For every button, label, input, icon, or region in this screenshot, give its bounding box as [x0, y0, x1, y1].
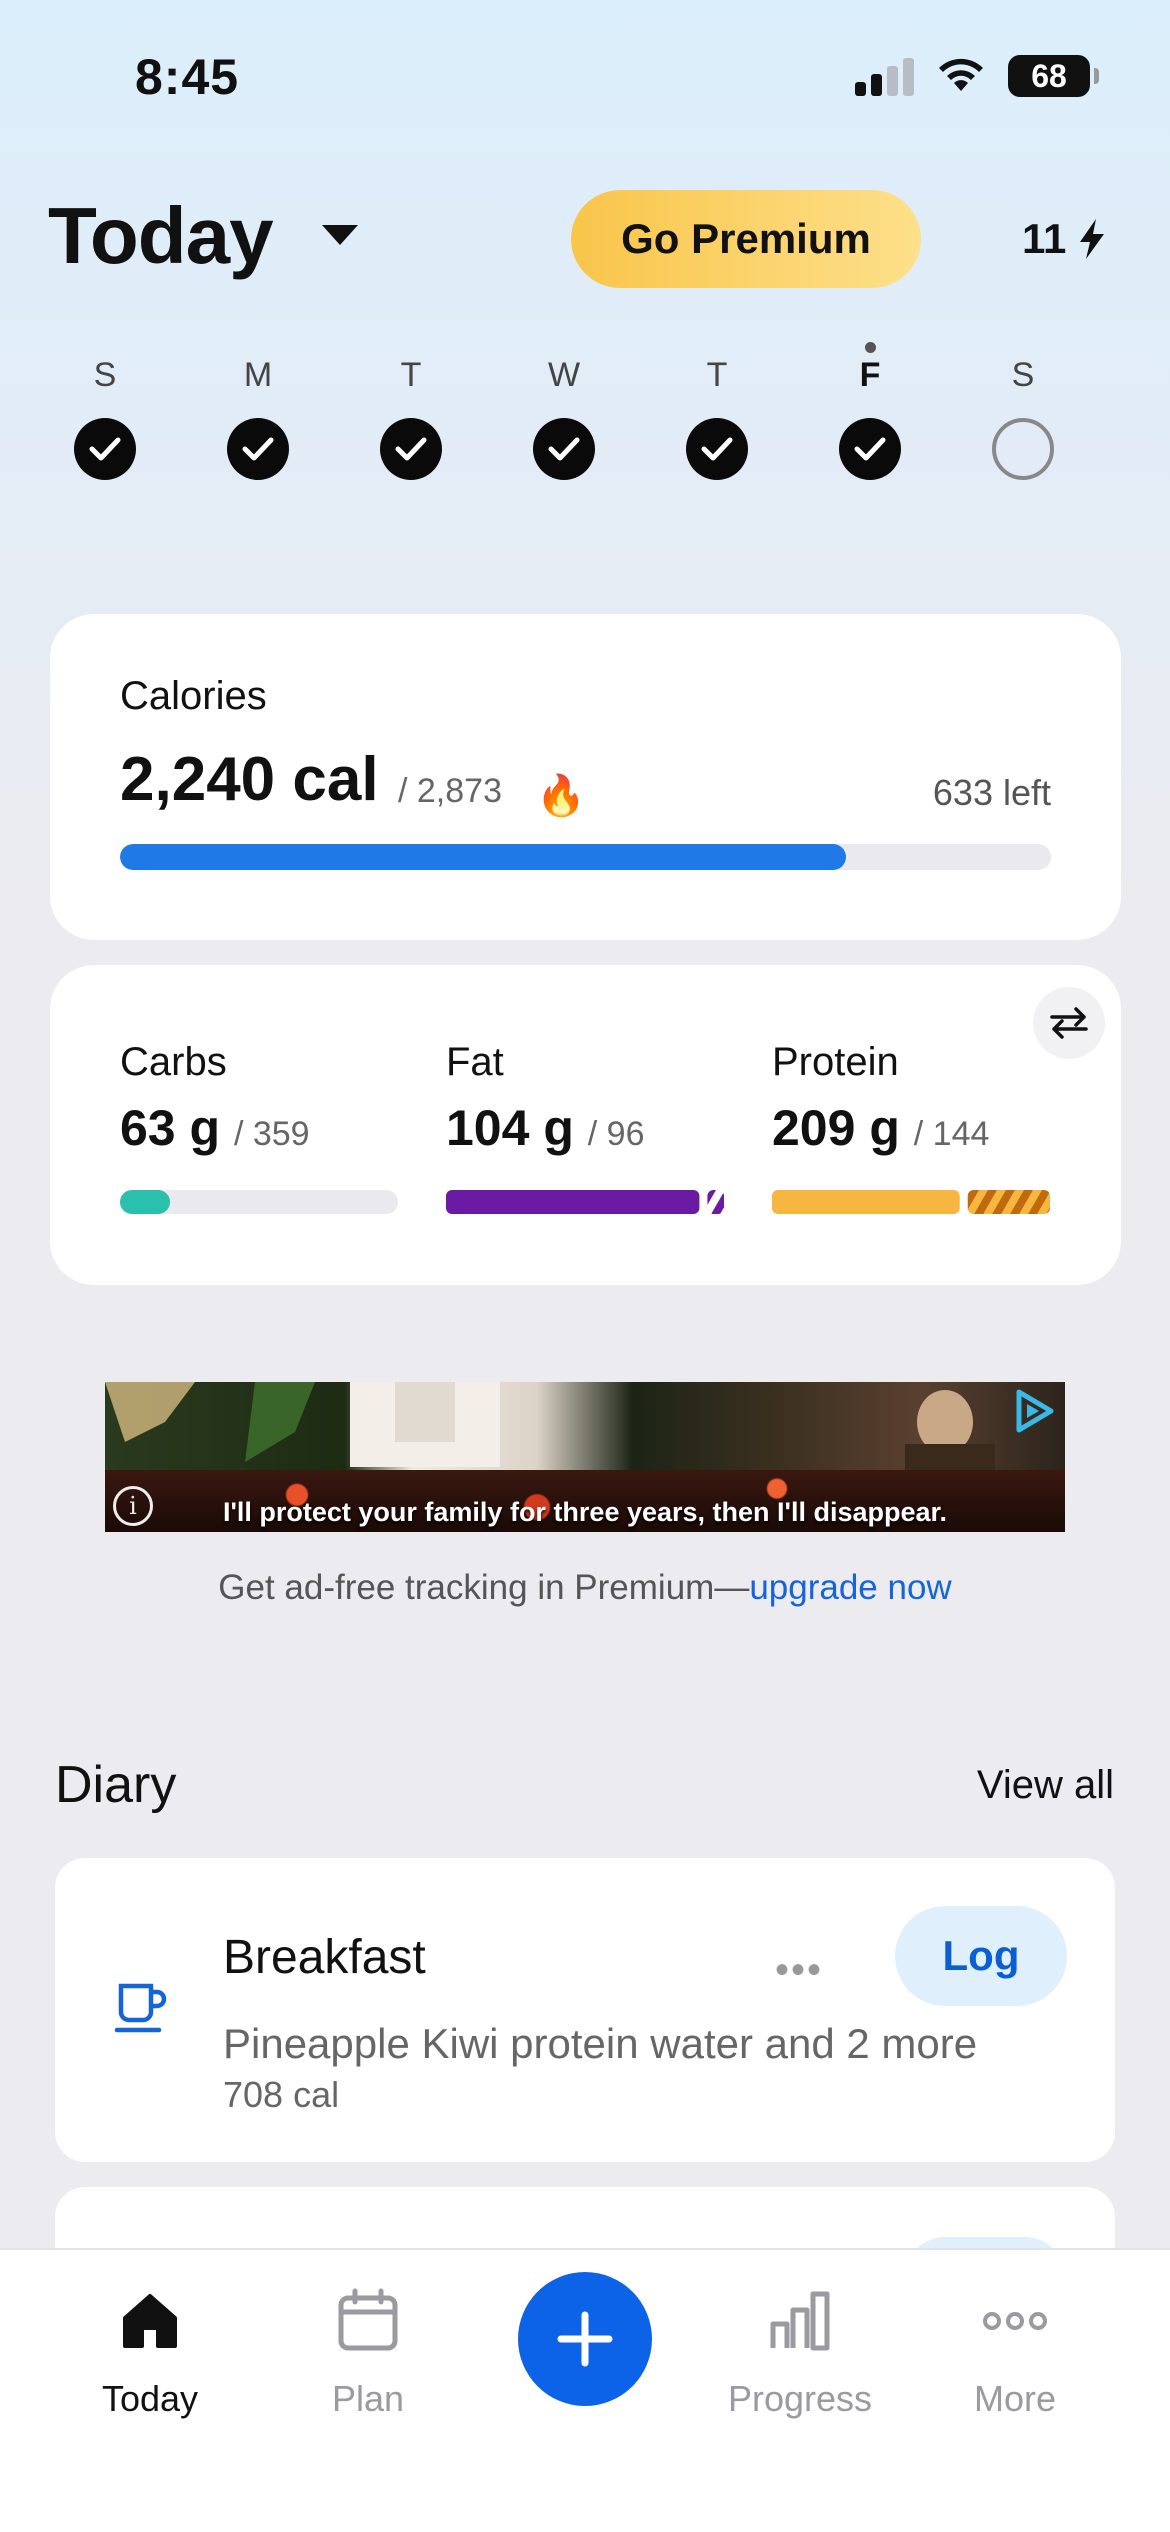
meal-calories: 708 cal	[223, 2074, 340, 2115]
home-icon	[123, 2294, 177, 2348]
day-letter: M	[243, 356, 273, 394]
meal-card-breakfast[interactable]: Breakfast ••• Log Pineapple Kiwi protein…	[55, 1858, 1115, 2162]
nav-label: More	[973, 2378, 1057, 2419]
nav-today[interactable]: Today	[50, 2286, 250, 2420]
ad-banner[interactable]: I'll protect your family for three years…	[105, 1382, 1065, 1532]
swap-arrows-icon	[1050, 1007, 1088, 1039]
calories-left: 633 left	[932, 772, 1051, 813]
calories-card[interactable]: Calories 2,240 cal / 2,873 🔥 633 left	[50, 614, 1121, 940]
upgrade-now-link[interactable]: upgrade now	[749, 1568, 951, 1607]
day-letter: F	[859, 356, 881, 394]
meal-description: Pineapple Kiwi protein water and 2 more	[223, 2020, 978, 2067]
checkmark-circle-icon	[686, 418, 748, 480]
week-day[interactable]: S	[978, 350, 1068, 480]
chevron-down-icon[interactable]	[322, 225, 358, 245]
day-letter: T	[706, 356, 728, 394]
fat-progress-bar	[446, 1190, 724, 1214]
macro-name: Protein	[772, 1040, 899, 1084]
nav-label: Progress	[727, 2378, 873, 2419]
calories-value: 2,240 cal	[120, 745, 379, 814]
week-day[interactable]: F	[825, 342, 915, 480]
wifi-icon	[939, 58, 983, 91]
week-day[interactable]: S	[60, 350, 150, 480]
macro-value: 104 g	[446, 1100, 574, 1156]
coffee-cup-icon	[114, 1983, 167, 2033]
meal-name: Breakfast	[223, 1931, 426, 1984]
ad-free-note: Get ad-free tracking in Premium—upgrade …	[0, 1568, 1170, 1608]
today-indicator	[865, 342, 876, 353]
info-icon[interactable]: i	[113, 1486, 153, 1526]
calories-label: Calories	[120, 674, 267, 718]
week-day[interactable]: W	[519, 350, 609, 480]
macro-goal: / 144	[913, 1115, 990, 1153]
ad-choices-icon[interactable]	[1011, 1388, 1057, 1434]
page-title[interactable]: Today	[48, 190, 274, 282]
nav-more[interactable]: More	[915, 2286, 1115, 2420]
diary-title: Diary	[55, 1756, 177, 1814]
week-day[interactable]: T	[672, 350, 762, 480]
more-options-icon[interactable]: •••	[775, 1948, 823, 1993]
macro-goal: / 96	[587, 1115, 645, 1153]
nav-progress[interactable]: Progress	[700, 2286, 900, 2420]
macro-fat: Fat 104 g / 96	[446, 1040, 726, 1157]
checkmark-circle-icon	[74, 418, 136, 480]
bar-chart-icon	[770, 2291, 830, 2351]
carbs-progress-bar	[120, 1190, 398, 1214]
calendar-icon	[338, 2288, 398, 2351]
calories-goal: / 2,873	[398, 772, 502, 810]
flame-icon: 🔥	[536, 774, 586, 818]
calories-progress-bar	[120, 844, 1051, 870]
week-tracker: SMTWTFS	[60, 342, 1110, 510]
bar-overflow	[707, 1190, 724, 1214]
signal-icon	[855, 58, 915, 96]
macro-protein: Protein 209 g / 144	[772, 1040, 1052, 1157]
day-letter: W	[547, 356, 581, 394]
nav-label: Today	[101, 2378, 199, 2419]
go-premium-button[interactable]: Go Premium	[571, 190, 921, 288]
macros-card[interactable]: Carbs 63 g / 359 Fat 104 g / 96 Protein …	[50, 965, 1121, 1285]
lightning-bolt-icon	[1080, 219, 1105, 259]
ad-free-note-text: Get ad-free tracking in Premium—	[218, 1568, 750, 1607]
bar-overflow	[967, 1190, 1050, 1214]
macro-goal: / 359	[233, 1115, 310, 1153]
checkmark-circle-icon	[839, 418, 901, 480]
status-time: 8:45	[135, 49, 240, 105]
more-dots-icon	[983, 2312, 1047, 2330]
week-day[interactable]: M	[213, 350, 303, 480]
macro-name: Fat	[446, 1040, 504, 1084]
day-letter: S	[93, 356, 117, 394]
macro-value: 209 g	[772, 1100, 900, 1156]
macro-name: Carbs	[120, 1040, 227, 1084]
nav-label: Plan	[331, 2378, 405, 2419]
day-letter: T	[400, 356, 422, 394]
bar-fill	[446, 1190, 700, 1214]
streak-counter[interactable]: 11	[1022, 215, 1106, 263]
battery-icon: 68	[1008, 55, 1099, 97]
checkmark-circle-icon	[380, 418, 442, 480]
view-all-link[interactable]: View all	[977, 1763, 1114, 1808]
log-button[interactable]: Log	[895, 1906, 1067, 2006]
protein-progress-bar	[772, 1190, 1050, 1214]
checkmark-circle-icon	[227, 418, 289, 480]
plus-icon	[557, 2311, 613, 2367]
bar-fill	[772, 1190, 960, 1214]
day-letter: S	[1011, 356, 1035, 394]
week-day[interactable]: T	[366, 350, 456, 480]
checkmark-circle-icon	[533, 418, 595, 480]
macro-carbs: Carbs 63 g / 359	[120, 1040, 400, 1157]
calories-progress-fill	[120, 844, 847, 870]
streak-count: 11	[1022, 215, 1067, 262]
bar-fill	[120, 1190, 171, 1214]
status-bar: 8:45 68	[0, 0, 1170, 150]
macro-value: 63 g	[120, 1100, 221, 1156]
add-button[interactable]	[518, 2272, 652, 2406]
nav-plan[interactable]: Plan	[268, 2286, 468, 2420]
empty-circle-icon	[992, 418, 1054, 480]
ad-caption: I'll protect your family for three years…	[222, 1497, 948, 1527]
bottom-nav: Today Plan Progress More	[0, 2248, 1170, 2532]
